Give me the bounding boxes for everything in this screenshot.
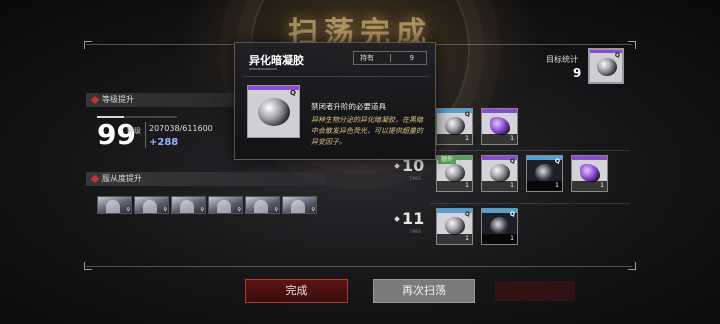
reward-item-tile[interactable]: 额外 1 <box>436 155 473 192</box>
gender-mark: ♀ <box>311 207 315 213</box>
silver-gel-icon <box>258 98 290 126</box>
silver-gel-icon <box>490 164 510 182</box>
button-glow-decoration <box>495 281 575 301</box>
item-detail-popup: 异化暗凝胶 持有 9 Q 禁闭者升阶的必要道具 异种生物分泌的异化暗凝胶，在黑暗… <box>234 42 436 160</box>
frame-top-left <box>86 44 236 45</box>
reward-item-tile[interactable]: Q1 <box>436 108 473 145</box>
item-count: 1 <box>482 134 517 144</box>
rarity-strip <box>572 156 607 160</box>
portrait-figure <box>217 200 231 213</box>
reward-item-tile[interactable]: Q1 <box>481 208 518 245</box>
reward-item-tile[interactable]: Q1 <box>481 155 518 192</box>
purple-crystal-icon <box>490 117 510 135</box>
popup-title-underline <box>249 68 277 70</box>
gender-mark: ♀ <box>163 207 167 213</box>
dark-gel-icon <box>535 164 555 182</box>
owned-value: 9 <box>409 54 414 62</box>
frame-bottom <box>86 266 632 267</box>
sweep-again-button[interactable]: 再次扫荡 <box>373 279 475 303</box>
frame-corner-tr <box>628 41 636 49</box>
item-count: 1 <box>437 234 472 244</box>
round-separator <box>430 203 630 204</box>
gender-mark: ♀ <box>274 207 278 213</box>
owned-label: 持有 <box>360 54 374 62</box>
silver-gel-icon <box>445 117 465 135</box>
popup-item-icon-tile: Q <box>247 85 300 138</box>
quality-mark: Q <box>290 89 296 97</box>
target-label: 目标统计 <box>546 55 578 64</box>
owned-separator <box>390 54 391 62</box>
extra-badge: 额外 <box>438 156 457 164</box>
portrait-figure <box>106 200 120 213</box>
round-number: 11 <box>402 209 425 228</box>
item-count: 1 <box>437 181 472 191</box>
portrait-figure <box>143 200 157 213</box>
gender-mark: ♀ <box>200 207 204 213</box>
quality-mark: Q <box>509 158 515 165</box>
silver-gel-icon <box>445 164 465 182</box>
frame-corner-br <box>628 262 636 270</box>
target-count: 9 <box>573 66 582 80</box>
frame-top-right <box>436 44 632 45</box>
silver-gel-icon <box>597 58 617 76</box>
frame-corner-bl <box>84 262 92 270</box>
purple-orb-icon <box>580 164 600 182</box>
quality-mark: Q <box>509 211 515 218</box>
quality-mark: Q <box>554 158 560 165</box>
dark-gel-icon <box>490 217 510 235</box>
favor-section-heading: 服从度提升 <box>86 172 326 186</box>
popup-divider <box>243 76 429 77</box>
portrait-figure <box>291 200 305 213</box>
round-sublabel: TIMES <box>409 176 422 181</box>
item-count: 1 <box>482 234 517 244</box>
companion-portrait: ♀ <box>171 196 206 214</box>
round-sublabel: TIMES <box>409 229 422 234</box>
quality-mark: Q <box>464 111 470 118</box>
item-count: 1 <box>527 181 562 191</box>
gender-mark: ♀ <box>126 207 130 213</box>
popup-description: 异种生物分泌的异化暗凝胶，在黑暗中会散发异色荧光，可以提供超量的异变因子。 <box>311 116 423 146</box>
companion-portrait: ♀ <box>245 196 280 214</box>
rarity-strip <box>482 109 517 113</box>
companion-portrait: ♀ <box>282 196 317 214</box>
item-count: 1 <box>437 134 472 144</box>
silver-gel-icon <box>445 217 465 235</box>
popup-item-name: 异化暗凝胶 <box>249 54 304 67</box>
reward-item-tile[interactable]: Q1 <box>526 155 563 192</box>
level-divider <box>145 122 146 148</box>
gender-mark: ♀ <box>237 207 241 213</box>
portrait-figure <box>254 200 268 213</box>
companion-portrait: ♀ <box>134 196 169 214</box>
exp-gain: +288 <box>149 137 179 148</box>
companion-portrait: ♀ <box>97 196 132 214</box>
item-count: 1 <box>572 181 607 191</box>
round-separator <box>430 150 630 151</box>
popup-owned-box: 持有 9 <box>353 51 427 65</box>
reward-item-tile[interactable]: Q1 <box>436 208 473 245</box>
item-count: 1 <box>482 181 517 191</box>
done-button[interactable]: 完成 <box>245 279 348 303</box>
reward-item-tile[interactable]: 1 <box>571 155 608 192</box>
quality-mark: Q <box>464 211 470 218</box>
target-item-tile[interactable]: Q <box>588 48 624 84</box>
level-label: 等级 <box>127 127 141 135</box>
reward-item-tile[interactable]: 1 <box>481 108 518 145</box>
portrait-figure <box>180 200 194 213</box>
quality-mark: Q <box>614 52 620 59</box>
companion-portrait: ♀ <box>208 196 243 214</box>
frame-corner-tl <box>84 41 92 49</box>
popup-usage: 禁闭者升阶的必要道具 <box>311 102 386 111</box>
exp-value: 207038/611600 <box>149 124 213 133</box>
